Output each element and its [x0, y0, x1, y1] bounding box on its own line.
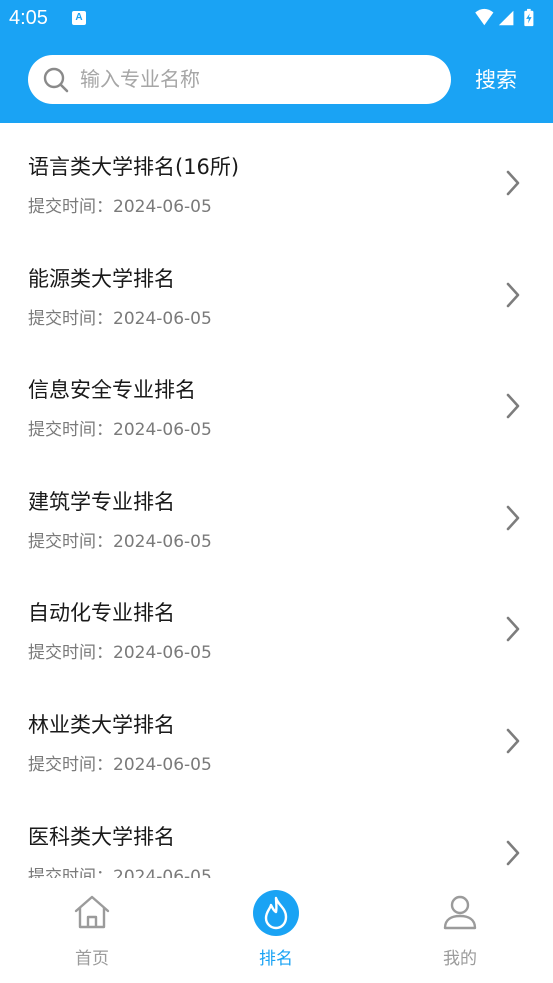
item-title: 医科类大学排名 [28, 824, 175, 849]
chevron-right-icon [506, 505, 520, 531]
list-item[interactable]: 语言类大学排名(16所) 提交时间：2024-06-05 [0, 123, 553, 235]
item-title: 信息安全专业排名 [28, 378, 196, 403]
chevron-right-icon [506, 840, 520, 865]
user-icon [443, 895, 477, 930]
status-time: 4:05 [9, 7, 48, 29]
tab-ranking[interactable]: 排名 [184, 878, 368, 983]
item-date: 提交时间：2024-06-05 [28, 531, 212, 552]
home-icon [74, 895, 110, 929]
list-item[interactable]: 能源类大学排名提交时间：2024-06-05 [0, 235, 553, 347]
item-title: 林业类大学排名 [28, 712, 175, 737]
tab-label: 排名 [259, 949, 293, 969]
item-date: 提交时间：2024-06-05 [28, 754, 212, 775]
header: 4:05 A 输入专业名称 搜索 [0, 0, 553, 123]
search-input[interactable]: 输入专业名称 [80, 55, 200, 104]
list-item[interactable]: 建筑学专业排名提交时间：2024-06-05 [0, 458, 553, 570]
search-box[interactable]: 输入专业名称 [28, 55, 451, 104]
search-icon [43, 67, 69, 93]
search-button[interactable]: 搜索 [475, 64, 517, 96]
a-letter-icon: A [72, 11, 86, 25]
tab-profile[interactable]: 我的 [368, 878, 552, 983]
list-item[interactable]: 自动化专业排名提交时间：2024-06-05 [0, 569, 553, 681]
item-title: 能源类大学排名 [28, 266, 175, 291]
chevron-right-icon [506, 393, 520, 419]
item-date: 提交时间：2024-06-05 [28, 866, 212, 878]
chevron-right-icon [506, 282, 520, 307]
chevron-right-icon [506, 728, 520, 754]
tab-label: 首页 [75, 949, 109, 969]
status-bar: 4:05 A [0, 0, 553, 38]
tab-home[interactable]: 首页 [0, 878, 184, 983]
status-icons [475, 8, 534, 27]
item-title: 语言类大学排名(16所) [28, 155, 240, 179]
item-date: 提交时间：2024-06-05 [28, 308, 212, 329]
item-title: 建筑学专业排名 [28, 489, 175, 514]
battery-charging-icon [524, 8, 534, 27]
chevron-right-icon [506, 170, 520, 196]
list-item[interactable]: 林业类大学排名提交时间：2024-06-05 [0, 681, 553, 793]
ranking-list: 语言类大学排名(16所) 提交时间：2024-06-05 能源类大学排名 提交时间：2… [0, 123, 553, 878]
item-date: 提交时间：2024-06-05 [28, 420, 212, 441]
list-item[interactable]: 医科类大学排名提交时间：2024-06-05 [0, 793, 553, 878]
item-title: 自动化专业排名 [28, 601, 175, 626]
wifi-icon [475, 8, 494, 26]
chevron-right-icon [506, 617, 520, 642]
tab-label: 我的 [443, 949, 477, 969]
item-date: 提交时间：2024-06-05 [28, 643, 212, 664]
cellular-signal-icon [498, 10, 514, 26]
item-date: 提交时间：2024-06-05 [28, 197, 212, 217]
bottom-tabbar: 首页 排名 我的 [0, 878, 553, 983]
list-item[interactable]: 信息安全专业排名提交时间：2024-06-05 [0, 346, 553, 458]
flame-icon [264, 896, 288, 930]
